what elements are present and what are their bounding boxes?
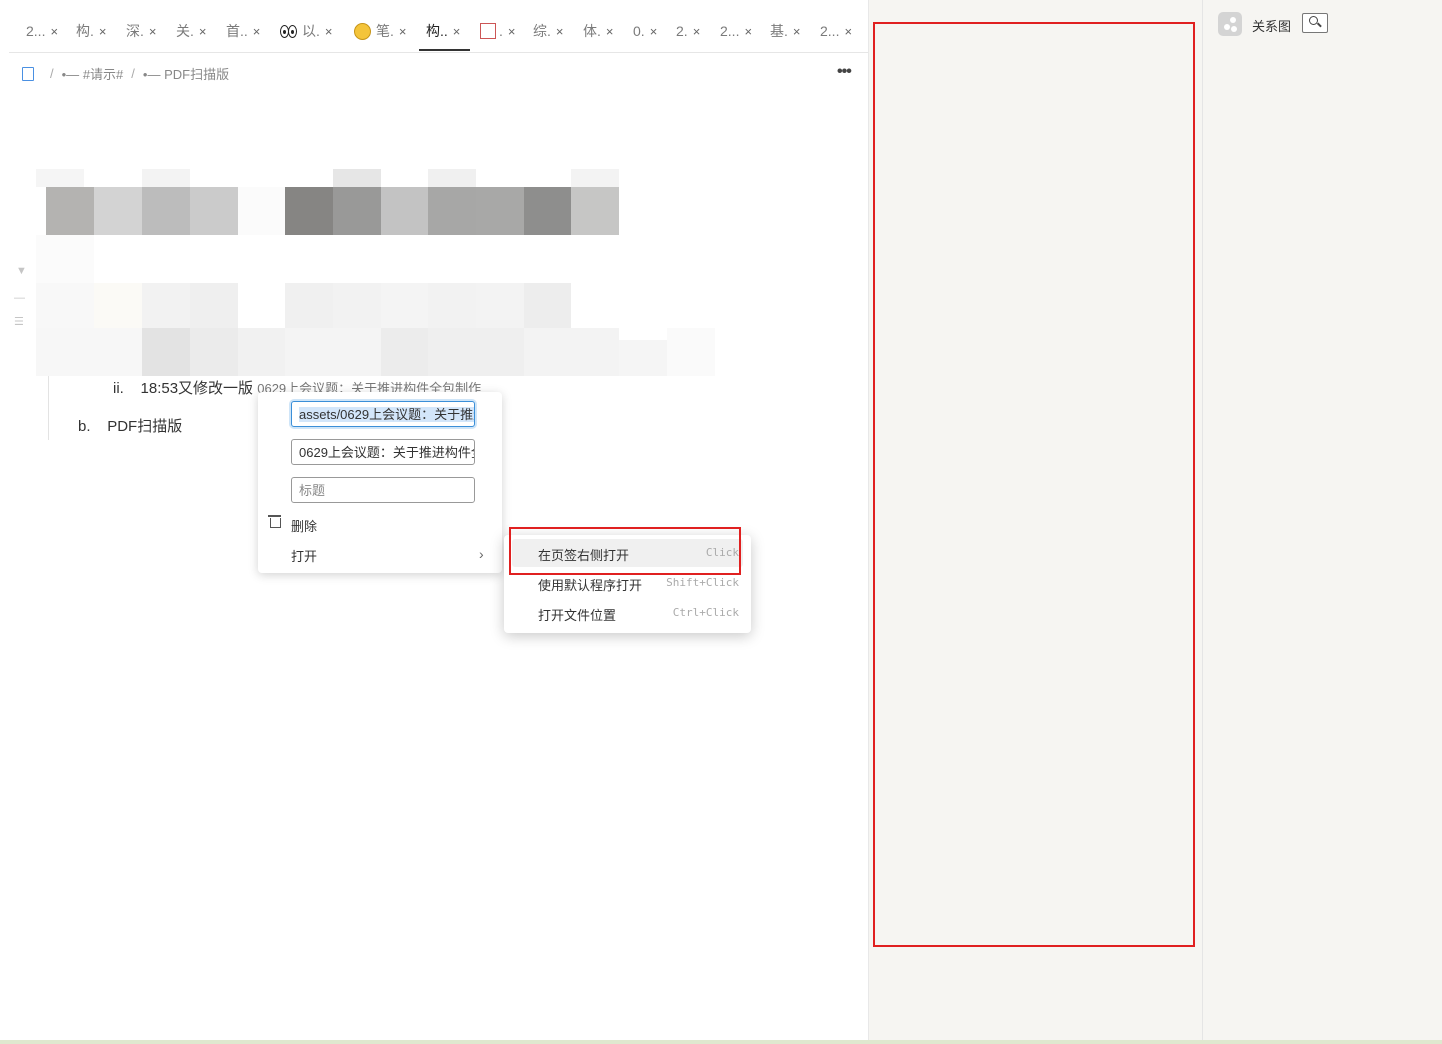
breadcrumb-item[interactable]: •— PDF扫描版 [143, 64, 229, 83]
trash-icon [268, 515, 281, 528]
tab-label: 体. [583, 23, 601, 39]
list-icon: ☰ [14, 316, 24, 328]
tab-label: 关. [176, 23, 194, 39]
tab-label: 首.. [226, 23, 248, 39]
annotation-highlight-box [509, 527, 741, 575]
tab-close-icon[interactable]: × [453, 24, 461, 39]
chevron-right-icon: › [479, 546, 484, 562]
asset-name-input[interactable]: 0629上会议题：关于推进构件全包制作 [291, 439, 475, 465]
tab[interactable]: 笔. × [354, 19, 406, 43]
tab-close-icon[interactable]: × [844, 24, 852, 39]
tab[interactable]: 基. × [770, 19, 800, 43]
tab-close-icon[interactable]: × [650, 24, 658, 39]
tab-close-icon[interactable]: × [508, 24, 516, 39]
tab[interactable]: 2... × [26, 19, 58, 43]
breadcrumb-item[interactable]: •— #请示# [62, 64, 124, 83]
breadcrumb-item-label: #请示# [82, 67, 124, 82]
shortcut-hint: Ctrl+Click [672, 606, 739, 619]
tab-label: 2. [676, 23, 688, 39]
document-icon[interactable] [22, 66, 34, 81]
delete-menu-item[interactable]: 删除 [291, 516, 317, 535]
tab[interactable]: 首.. × [226, 19, 260, 43]
tab-close-icon[interactable]: × [693, 24, 701, 39]
block-bullet-icon: •— [61, 67, 80, 82]
tab[interactable]: 2... × [820, 19, 852, 43]
tab-label: 笔. [376, 23, 394, 39]
tab[interactable]: 0. × [633, 19, 657, 43]
breadcrumb-separator: / [50, 66, 54, 81]
asset-title-input[interactable]: 标题 [291, 477, 475, 503]
tab-label: 以. [302, 23, 320, 39]
tab-label: 综. [533, 23, 551, 39]
menu-item-label: 打开文件位置 [538, 608, 617, 623]
annotation-highlight-box [873, 22, 1195, 947]
tab-close-icon[interactable]: × [606, 24, 614, 39]
more-options-button[interactable]: ••• [837, 63, 852, 81]
tab-close-icon[interactable]: × [50, 24, 58, 39]
calendar-emoji-icon [480, 23, 496, 39]
tab-close-icon[interactable]: × [199, 24, 207, 39]
list-marker: ii. [113, 380, 124, 397]
tab[interactable]: 构. × [76, 19, 106, 43]
tab-close-icon[interactable]: × [325, 24, 333, 39]
smile-emoji-icon [354, 22, 371, 40]
breadcrumb: / •— #请示# / •— PDF扫描版 [22, 64, 229, 83]
tab-active[interactable]: 构.. × [426, 19, 460, 43]
tab[interactable]: 2. × [676, 19, 700, 43]
tab-label: 2... [26, 23, 46, 39]
tab-label: 构. [76, 23, 94, 39]
tab-close-icon[interactable]: × [556, 24, 564, 39]
list-guide-line [48, 376, 49, 440]
breadcrumb-item-label: PDF扫描版 [164, 67, 230, 82]
list-marker: b. [78, 418, 91, 435]
open-file-location-item[interactable]: 打开文件位置 Ctrl+Click [512, 599, 743, 627]
tab-label: 2... [820, 23, 840, 39]
tab[interactable]: 以. × [280, 19, 332, 43]
graph-panel: 关系图 [1202, 0, 1442, 1040]
tab[interactable]: . × [480, 19, 515, 43]
tab[interactable]: 2... × [720, 19, 752, 43]
list-item-text: 18:53又修改一版 [140, 380, 254, 397]
tab-close-icon[interactable]: × [399, 24, 407, 39]
tab-close-icon[interactable]: × [149, 24, 157, 39]
shortcut-hint: Shift+Click [666, 576, 739, 589]
search-icon[interactable] [1302, 13, 1328, 33]
tab-close-icon[interactable]: × [253, 24, 261, 39]
tab-bar: 2... × 构. × 深. × 关. × 首.. × 以. × 笔. × 构.. × . × 综… [9, 0, 868, 53]
asset-context-menu: assets/0629上会议题：关于推进构件全包制作 0629上会议题：关于推进… [258, 392, 502, 573]
tab-label: 基. [770, 23, 788, 39]
tab-label: . [499, 23, 503, 39]
breadcrumb-separator: / [131, 66, 135, 81]
menu-item-label: 使用默认程序打开 [538, 578, 643, 593]
tab-close-icon[interactable]: × [99, 24, 107, 39]
open-menu-item[interactable]: 打开 [291, 546, 317, 565]
tab-label: 0. [633, 23, 645, 39]
block-dash-icon: — [14, 292, 25, 304]
status-strip [0, 1040, 1442, 1044]
tab[interactable]: 深. × [126, 19, 156, 43]
tab-label: 深. [126, 23, 144, 39]
graph-icon [1218, 12, 1242, 36]
tab-label: 2... [720, 23, 740, 39]
tab[interactable]: 综. × [533, 19, 563, 43]
tab[interactable]: 关. × [176, 19, 206, 43]
panel-title: 关系图 [1252, 19, 1292, 34]
eyes-emoji-icon [280, 24, 297, 38]
window-left-edge [0, 0, 9, 1040]
list-item: b. PDF扫描版 [78, 415, 182, 436]
list-item-text: PDF扫描版 [107, 418, 183, 435]
block-bullet-icon: •— [142, 67, 161, 82]
tab-label: 构.. [426, 23, 448, 39]
asset-path-input[interactable]: assets/0629上会议题：关于推进构件全包制作 [291, 401, 475, 427]
tab-close-icon[interactable]: × [744, 24, 752, 39]
tab[interactable]: 体. × [583, 19, 613, 43]
active-tab-indicator [419, 49, 470, 51]
tab-close-icon[interactable]: × [793, 24, 801, 39]
collapse-arrow-icon[interactable]: ▼ [16, 265, 27, 277]
